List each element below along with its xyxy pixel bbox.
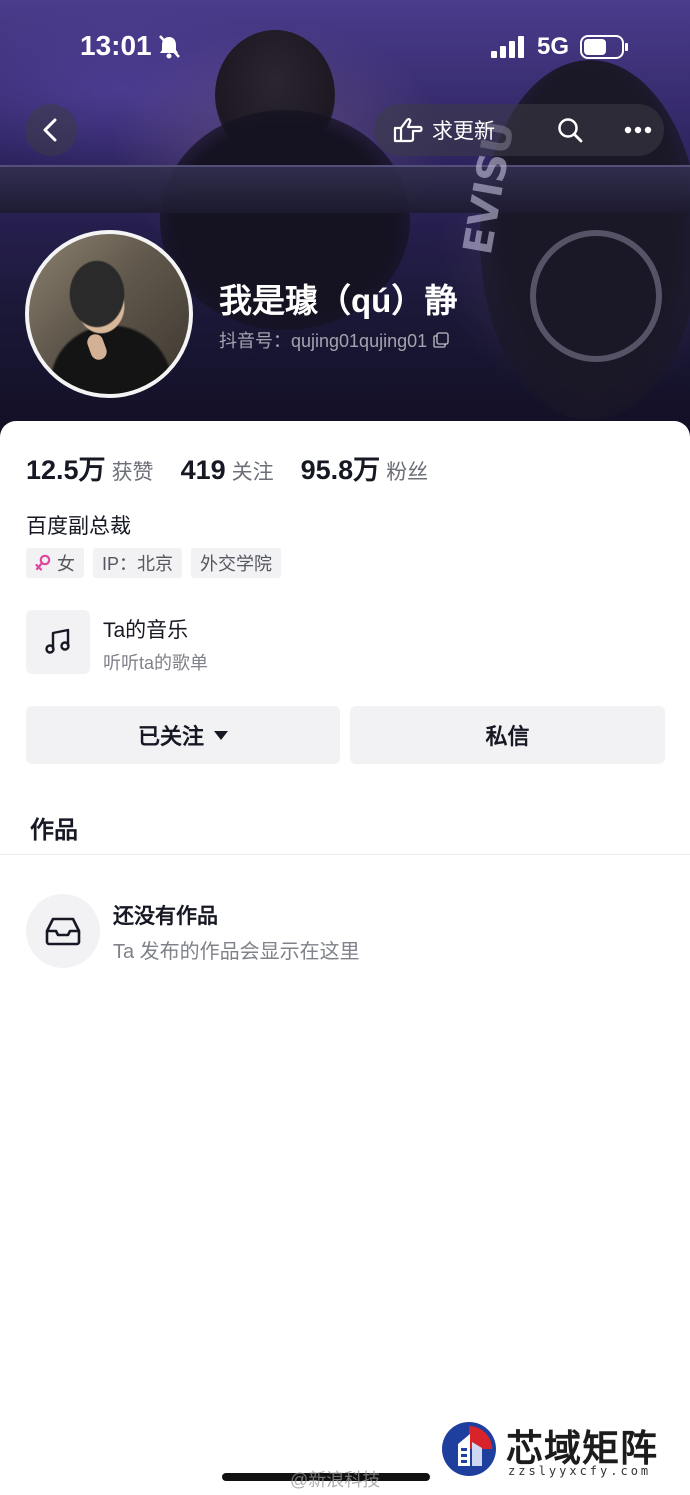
music-entry-title[interactable]: Ta的音乐 — [103, 614, 188, 644]
douyin-id-text: 抖音号：qujing01qujing01 — [219, 331, 428, 351]
tab-works[interactable]: 作品 — [30, 810, 78, 845]
stat-likes-label: 获赞 — [111, 461, 154, 484]
caret-down-icon — [214, 730, 228, 740]
ip-tag: IP：北京 — [93, 548, 183, 578]
message-button[interactable]: 私信 — [350, 706, 665, 764]
site-logo-icon — [442, 1422, 496, 1476]
message-button-label: 私信 — [485, 724, 530, 749]
stat-followers-label: 粉丝 — [386, 461, 429, 484]
gender-tag: 女 — [26, 548, 84, 578]
request-update-label: 求更新 — [432, 120, 495, 143]
pointing-hand-icon — [393, 118, 423, 143]
bell-muted-icon — [159, 35, 180, 59]
top-actions-pill: 求更新 — [374, 104, 664, 156]
music-entry-icon-tile[interactable] — [26, 610, 90, 674]
search-icon — [558, 118, 583, 143]
site-watermark-url: zzslyyxcfy.com — [508, 1464, 652, 1478]
school-tag[interactable]: 外交学院 — [191, 548, 282, 578]
profile-tags: 女 IP：北京 外交学院 — [26, 548, 290, 578]
stat-following-value: 419 — [180, 455, 226, 485]
empty-works-icon-circle — [26, 894, 100, 968]
stat-following[interactable]: 419 关注 — [181, 455, 274, 486]
avatar-hand-detail — [85, 332, 109, 362]
status-time: 13:01 — [80, 30, 152, 61]
cover-emblem — [530, 230, 662, 362]
profile-nickname: 我是璩（qú）静 — [219, 282, 458, 319]
more-button[interactable] — [624, 104, 652, 156]
profile-stats: 12.5万 获赞 419 关注 95.8万 粉丝 — [26, 448, 455, 487]
profile-bio: 百度副总裁 — [26, 515, 131, 538]
battery-icon — [580, 35, 628, 59]
empty-works-title: 还没有作品 — [113, 905, 218, 928]
request-update-button[interactable]: 求更新 — [392, 104, 495, 156]
copy-icon[interactable] — [433, 332, 449, 348]
stat-followers[interactable]: 95.8万 粉丝 — [301, 448, 429, 487]
cover-railing — [0, 165, 690, 213]
source-watermark: @新浪科技 — [290, 1470, 381, 1490]
tab-divider — [0, 854, 690, 855]
signal-icon — [491, 36, 524, 58]
stat-following-label: 关注 — [231, 461, 274, 484]
chevron-left-icon — [43, 118, 57, 142]
more-dots-icon — [624, 126, 652, 134]
stat-likes-value: 12.5万 — [26, 455, 106, 485]
gender-tag-label: 女 — [57, 554, 75, 574]
female-symbol-icon — [35, 554, 51, 571]
network-type: 5G — [537, 33, 570, 60]
back-button[interactable] — [25, 104, 77, 156]
inbox-tray-icon — [45, 917, 81, 946]
douyin-id-row[interactable]: 抖音号：qujing01qujing01 — [219, 327, 449, 353]
stat-followers-value: 95.8万 — [300, 455, 381, 485]
music-entry-subtitle: 听听ta的歌单 — [103, 653, 209, 673]
search-button[interactable] — [556, 104, 584, 156]
followed-button[interactable]: 已关注 — [26, 706, 340, 764]
empty-works-subtitle: Ta 发布的作品会显示在这里 — [113, 941, 360, 963]
avatar[interactable] — [25, 230, 193, 398]
music-note-icon — [45, 628, 70, 654]
stat-likes: 12.5万 获赞 — [26, 448, 154, 487]
followed-button-label: 已关注 — [137, 724, 204, 749]
